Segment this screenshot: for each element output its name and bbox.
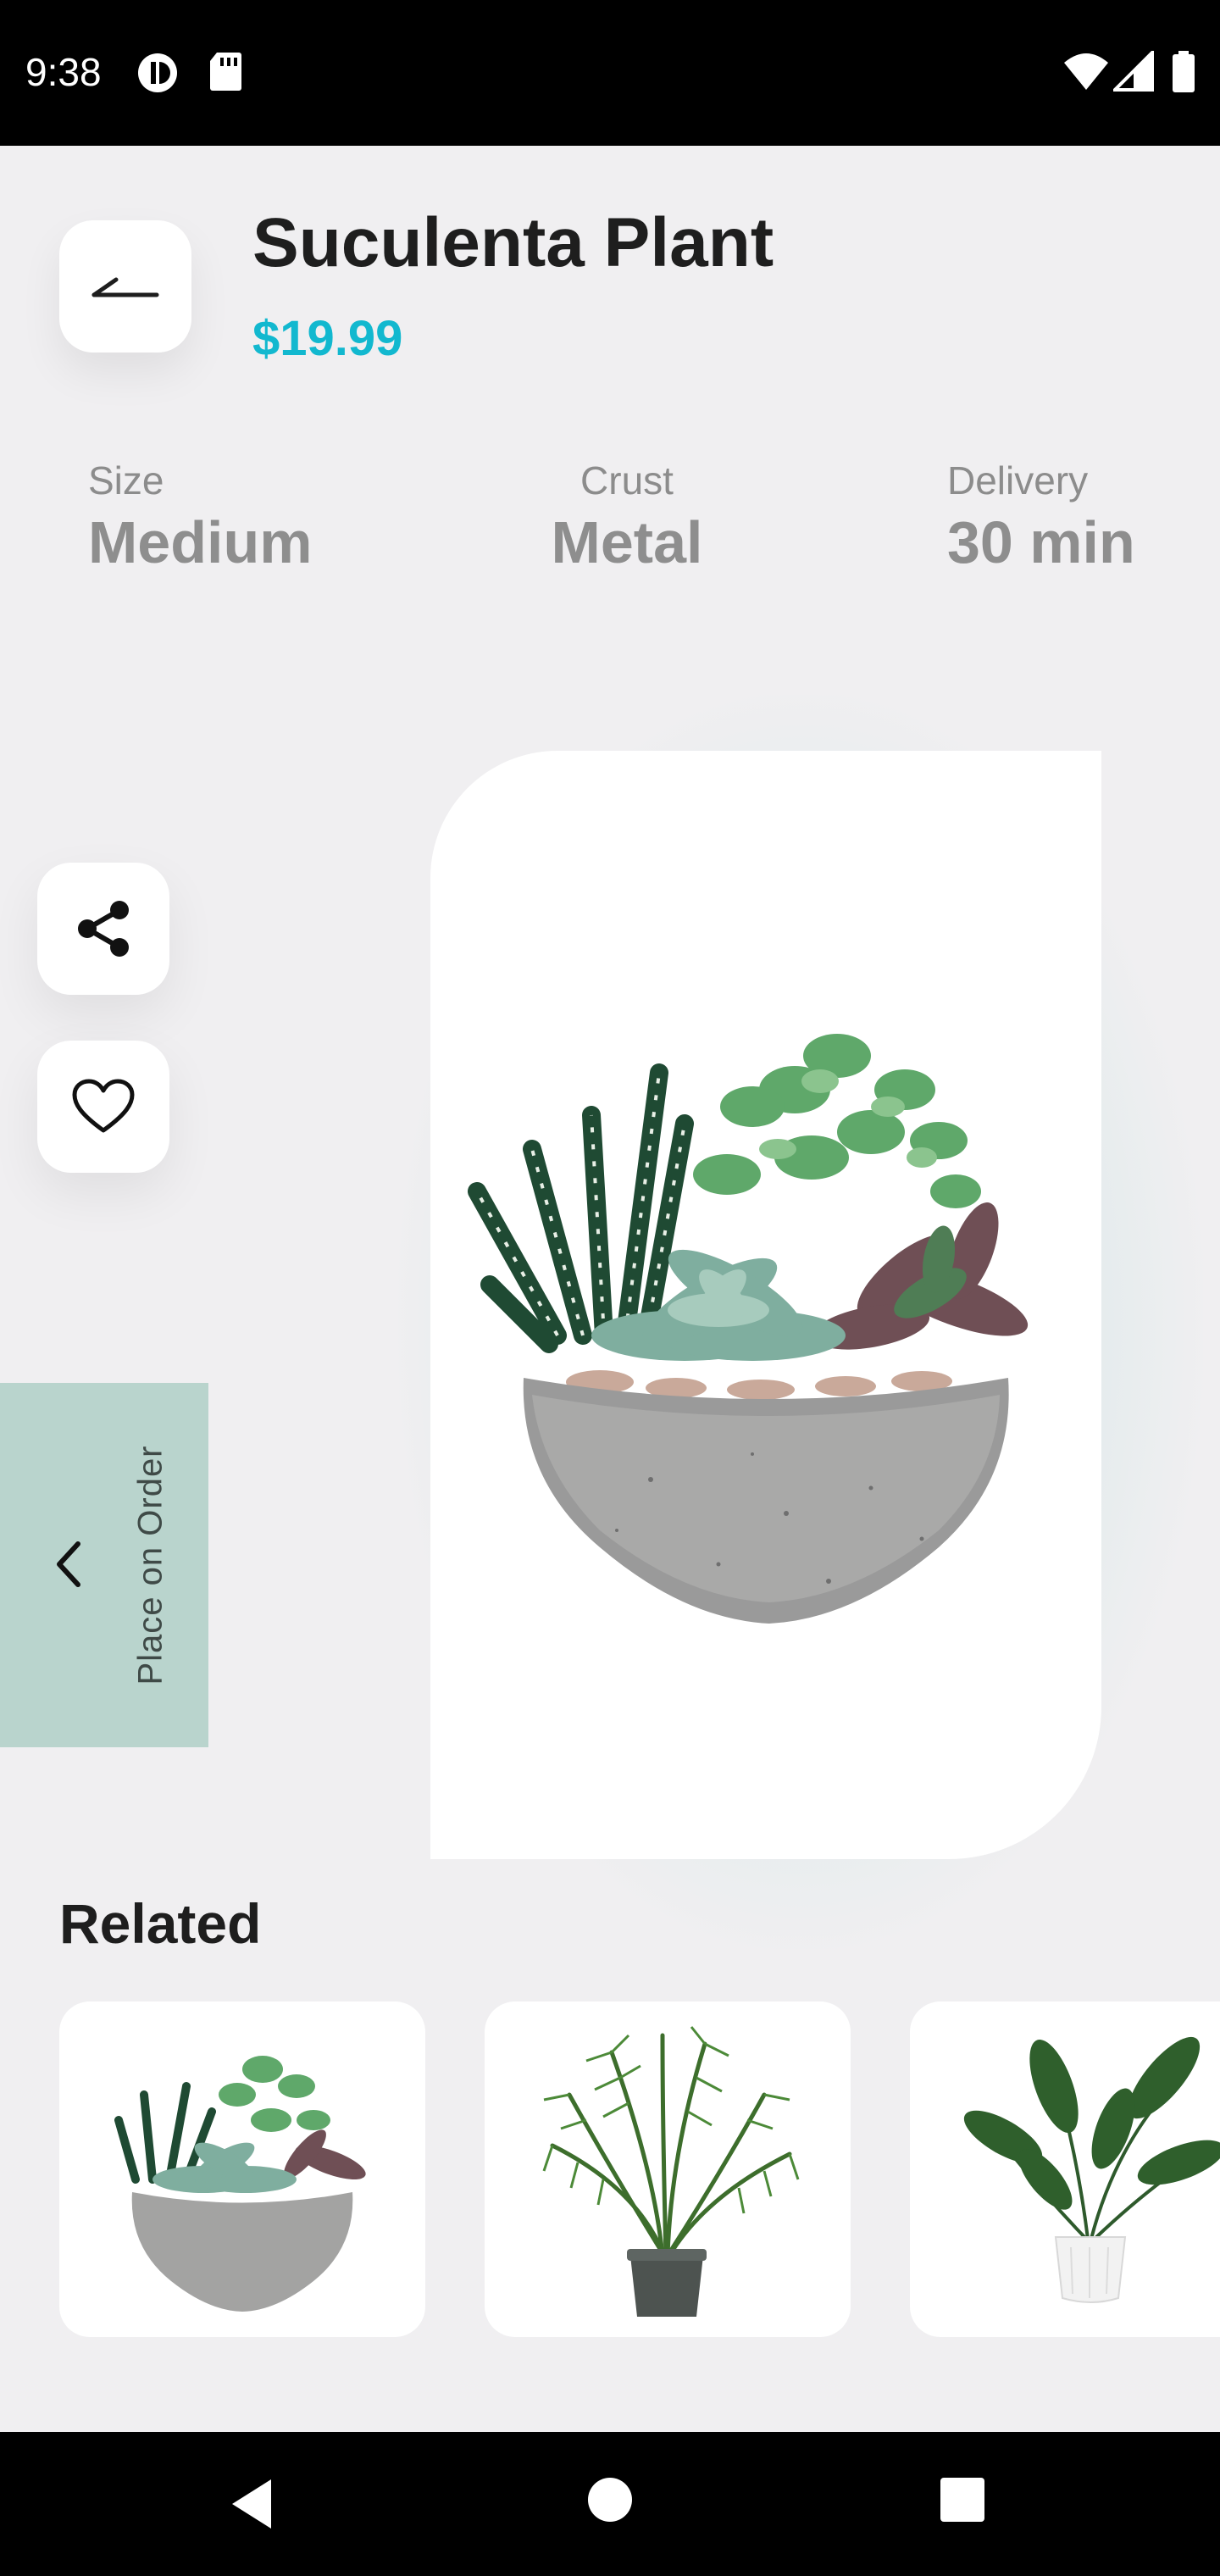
related-card[interactable] — [59, 2001, 425, 2337]
nav-recents-icon[interactable] — [939, 2476, 986, 2523]
wifi-icon — [1064, 53, 1108, 90]
system-nav-bar — [0, 2432, 1220, 2576]
spec-delivery: Delivery 30 min — [947, 458, 1135, 576]
status-bar: 9:38 — [0, 0, 1220, 146]
share-button[interactable] — [37, 863, 169, 995]
product-title: Suculenta Plant — [252, 204, 774, 281]
related-title: Related — [59, 1892, 262, 1955]
spec-size-value: Medium — [88, 509, 313, 575]
related-card[interactable] — [485, 2001, 851, 2337]
spec-crust-value: Metal — [551, 509, 703, 575]
chevron-left-icon — [57, 1541, 80, 1587]
spec-size-label: Size — [88, 458, 164, 502]
product-image — [468, 1034, 1029, 1624]
related-product-image — [114, 2056, 366, 2312]
spec-delivery-label: Delivery — [947, 458, 1089, 502]
sd-card-icon — [210, 53, 241, 91]
related-card[interactable] — [910, 2001, 1220, 2337]
place-order-tab[interactable]: Place on Order — [0, 1383, 208, 1747]
place-order-label: Place on Order — [131, 1445, 169, 1685]
battery-icon — [1173, 51, 1195, 92]
heart-icon — [72, 1079, 135, 1133]
favorite-button[interactable] — [37, 1041, 169, 1173]
related-product-image — [542, 2026, 800, 2317]
cellular-signal-icon — [1113, 51, 1154, 92]
arrow-left-icon — [92, 277, 159, 297]
product-image-card — [430, 751, 1101, 1859]
nav-back-icon[interactable] — [227, 2476, 278, 2532]
product-price: $19.99 — [252, 311, 403, 366]
spec-size: Size Medium — [88, 458, 312, 576]
status-time: 9:38 — [25, 50, 102, 94]
back-button[interactable] — [59, 220, 191, 353]
spec-delivery-value: 30 min — [947, 509, 1135, 575]
app-notification-icon — [138, 53, 177, 92]
spec-crust: Crust Metal — [542, 458, 712, 576]
related-product-image — [963, 2036, 1220, 2303]
nav-home-icon[interactable] — [586, 2476, 634, 2523]
spec-crust-label: Crust — [580, 458, 674, 502]
share-icon — [78, 901, 129, 957]
